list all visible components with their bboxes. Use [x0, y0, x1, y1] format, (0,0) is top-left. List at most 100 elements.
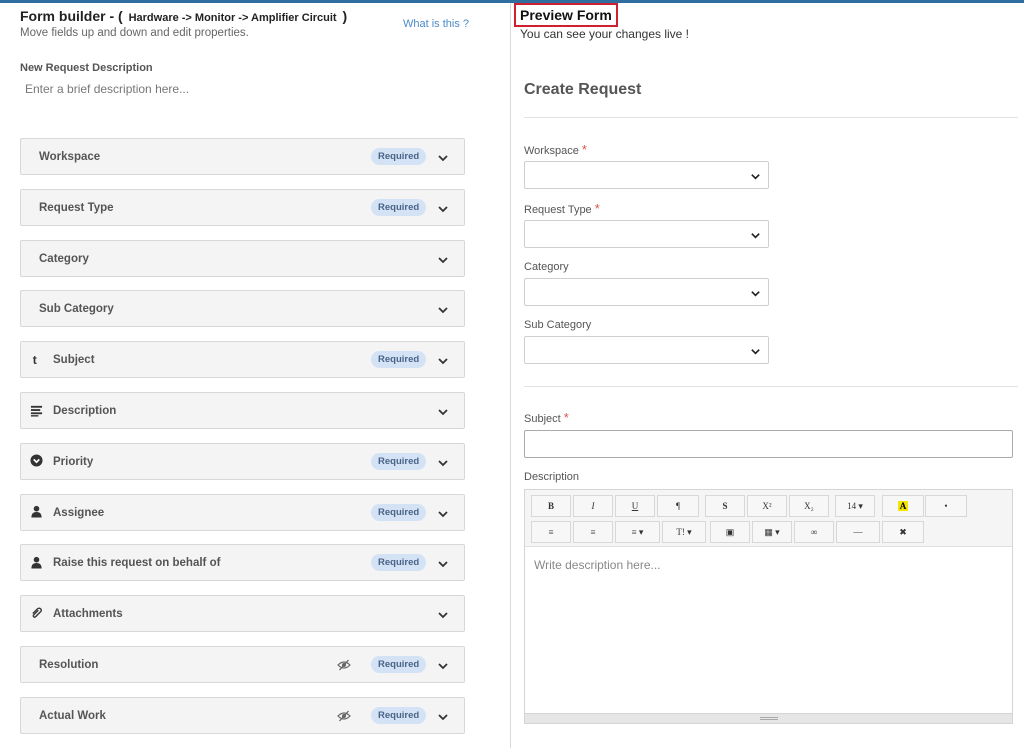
sub-category-select[interactable] — [524, 336, 769, 364]
chevron-down-icon[interactable] — [437, 608, 449, 620]
table-button[interactable]: ▦ ▾ — [752, 521, 792, 543]
field-label: Priority — [53, 455, 94, 468]
what-is-this-link[interactable]: What is this ? — [403, 18, 469, 30]
font-size-button[interactable]: 14 ▾ — [835, 495, 875, 517]
request-type-label: Request Type * — [524, 201, 600, 216]
workspace-label: Workspace * — [524, 142, 587, 157]
field-label: Subject — [53, 354, 95, 367]
divider-line — [524, 386, 1018, 387]
chevron-down-icon[interactable] — [437, 659, 449, 671]
request-description-input[interactable] — [20, 78, 465, 100]
request-description-label: New Request Description — [20, 62, 153, 74]
subscript-button[interactable]: X₂ — [789, 495, 829, 517]
field-label: Description — [53, 405, 117, 417]
editor-resize-handle[interactable] — [525, 713, 1012, 723]
field-card-description[interactable]: Description — [20, 392, 465, 429]
field-label: Resolution — [39, 659, 99, 671]
field-label: Raise this request on behalf of — [53, 557, 221, 570]
chevron-down-icon[interactable] — [437, 202, 449, 214]
required-badge[interactable]: Required — [371, 351, 427, 369]
field-card-sub-category[interactable]: Sub Category — [20, 290, 465, 328]
sub-category-label: Sub Category — [524, 319, 592, 331]
field-label: Sub Category — [39, 303, 114, 316]
chevron-down-icon[interactable] — [437, 710, 449, 722]
field-card-priority[interactable]: Priority Required — [20, 442, 465, 480]
divider-line — [524, 117, 1018, 118]
request-type-select[interactable] — [524, 220, 769, 248]
workspace-select[interactable] — [524, 161, 769, 189]
editor-toolbar: B I U ¶ S X² X₂ 14 ▾ A • ≡ ≡ ≡ ▾ T! ▾ ▣ ▦ ▾ ∞ — ✖ — [525, 490, 1012, 547]
create-request-heading: Create Request — [524, 81, 642, 98]
required-badge[interactable]: Required — [371, 656, 427, 673]
required-badge[interactable]: Required — [371, 452, 427, 470]
user-icon — [29, 505, 43, 519]
field-label: Request Type — [39, 201, 114, 214]
category-path: Hardware -> Monitor -> Amplifier Circuit — [128, 12, 337, 24]
form-builder-title: Form builder - ( Hardware -> Monitor -> … — [20, 8, 348, 24]
field-card-attachments[interactable]: Attachments — [20, 595, 465, 633]
required-badge[interactable]: Required — [371, 503, 427, 521]
preview-form-title: Preview Form — [514, 3, 618, 27]
chevron-down-icon[interactable] — [437, 151, 449, 163]
preview-form-subtitle: You can see your changes live ! — [520, 27, 690, 41]
panel-divider — [510, 3, 511, 748]
style-button[interactable]: T! ▾ — [662, 521, 706, 543]
required-badge[interactable]: Required — [371, 148, 427, 165]
description-label: Description — [524, 471, 580, 483]
svg-text:t: t — [32, 353, 36, 366]
field-card-subject[interactable]: t Subject Required — [20, 341, 465, 379]
field-label: Assignee — [53, 506, 105, 519]
strikethrough-button[interactable]: S — [705, 495, 745, 517]
chevron-down-icon — [751, 291, 760, 297]
underline-button[interactable]: U — [615, 495, 655, 517]
field-label: Actual Work — [39, 709, 106, 722]
user-icon — [29, 555, 43, 569]
field-card-workspace[interactable]: Workspace Required — [20, 138, 465, 175]
field-label: Workspace — [39, 151, 101, 163]
chevron-down-icon[interactable] — [437, 253, 449, 265]
bold-button[interactable]: B — [531, 495, 571, 517]
superscript-button[interactable]: X² — [747, 495, 787, 517]
unordered-list-button[interactable]: ≡ — [531, 521, 571, 543]
clear-format-button[interactable]: ✖ — [882, 521, 924, 543]
more-button[interactable]: • — [925, 495, 967, 517]
required-badge[interactable]: Required — [371, 554, 427, 572]
ordered-list-button[interactable]: ≡ — [573, 521, 613, 543]
chevron-down-icon[interactable] — [437, 303, 449, 315]
picture-button[interactable]: ▣ — [710, 521, 750, 543]
chevron-down-icon — [751, 174, 760, 180]
link-button[interactable]: ∞ — [794, 521, 834, 543]
category-select[interactable] — [524, 278, 769, 306]
paragraph-button[interactable]: ¶ — [657, 495, 699, 517]
chevron-down-icon[interactable] — [437, 405, 449, 417]
horizontal-rule-button[interactable]: — — [836, 521, 880, 543]
font-color-button[interactable]: A — [882, 495, 924, 517]
eye-slash-icon[interactable] — [337, 658, 351, 672]
required-star: * — [563, 410, 569, 425]
field-card-raise-this-request-on-behalf-of[interactable]: Raise this request on behalf of Required — [20, 544, 465, 582]
align-button[interactable]: ≡ ▾ — [615, 521, 660, 543]
required-star: * — [594, 201, 600, 216]
field-card-assignee[interactable]: Assignee Required — [20, 493, 465, 531]
field-card-resolution[interactable]: Resolution Required — [20, 646, 465, 683]
chevron-down-icon[interactable] — [437, 456, 449, 468]
required-badge[interactable]: Required — [371, 198, 427, 216]
field-card-category[interactable]: Category — [20, 239, 465, 277]
eye-slash-icon[interactable] — [337, 709, 351, 723]
subject-input[interactable] — [524, 430, 1013, 458]
chevron-circle-down-icon — [29, 454, 43, 468]
field-card-request-type[interactable]: Request Type Required — [20, 188, 465, 226]
align-left-icon — [29, 403, 43, 417]
field-card-actual-work[interactable]: Actual Work Required — [20, 696, 465, 734]
description-editor: B I U ¶ S X² X₂ 14 ▾ A • ≡ ≡ ≡ ▾ T! ▾ ▣ ▦ ▾ ∞ — ✖ — [524, 489, 1013, 724]
chevron-down-icon[interactable] — [437, 557, 449, 569]
field-label: Attachments — [53, 608, 123, 621]
chevron-down-icon[interactable] — [437, 354, 449, 366]
field-label: Category — [39, 252, 89, 265]
chevron-down-icon[interactable] — [437, 507, 449, 519]
italic-button[interactable]: I — [573, 495, 613, 517]
t-icon: t — [29, 352, 43, 366]
description-textarea[interactable] — [525, 548, 1012, 713]
form-builder-subtitle: Move fields up and down and edit propert… — [20, 27, 249, 39]
required-badge[interactable]: Required — [371, 706, 427, 724]
